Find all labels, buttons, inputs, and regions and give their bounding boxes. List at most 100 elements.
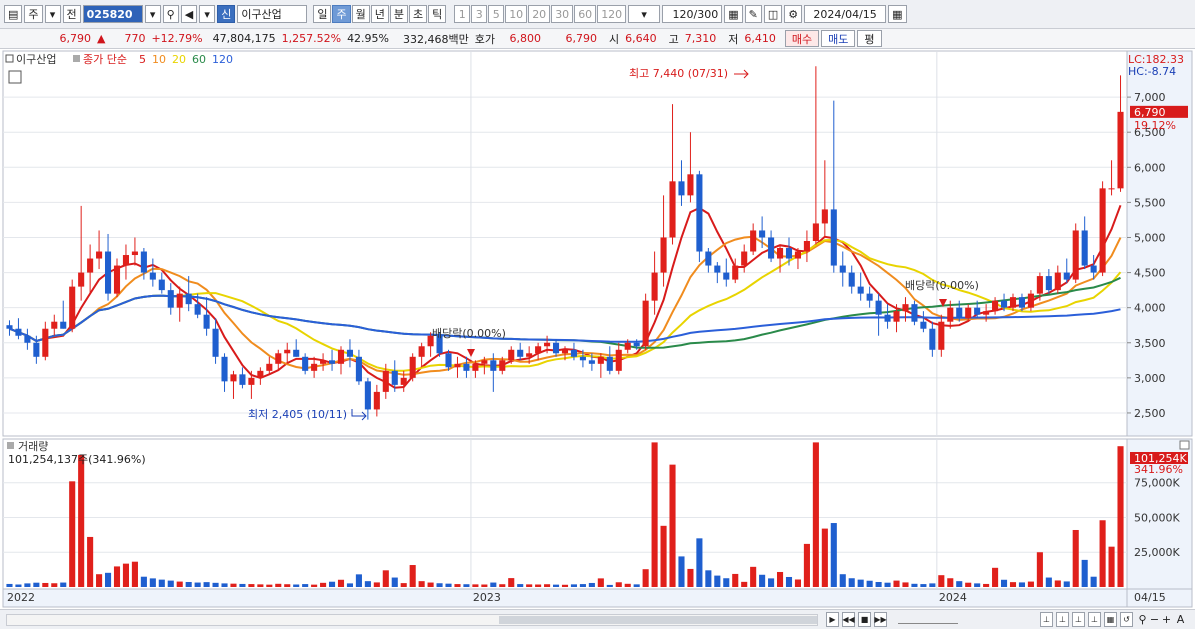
candle[interactable] bbox=[544, 342, 551, 347]
candle[interactable] bbox=[669, 181, 676, 238]
candle[interactable] bbox=[96, 251, 103, 259]
volume-bar[interactable] bbox=[131, 561, 138, 587]
chart-tool-icon[interactable]: ⊥ bbox=[1040, 612, 1053, 627]
candle[interactable] bbox=[687, 174, 694, 196]
volume-bar[interactable] bbox=[176, 581, 183, 587]
candle[interactable] bbox=[364, 381, 371, 410]
candle[interactable] bbox=[1063, 272, 1070, 280]
candle[interactable] bbox=[1117, 111, 1124, 189]
candle[interactable] bbox=[1009, 297, 1017, 308]
volume-bar[interactable] bbox=[633, 584, 640, 587]
candle[interactable] bbox=[418, 346, 425, 357]
candle[interactable] bbox=[866, 293, 873, 301]
draw-tool-icon[interactable]: ✎ bbox=[744, 5, 762, 23]
candle[interactable] bbox=[750, 230, 757, 252]
volume-bar[interactable] bbox=[848, 578, 855, 587]
candle[interactable] bbox=[60, 321, 67, 329]
volume-bar[interactable] bbox=[6, 583, 13, 587]
date-input[interactable]: 2024/04/15 bbox=[804, 5, 887, 23]
volume-bar[interactable] bbox=[579, 584, 586, 587]
candle[interactable] bbox=[508, 349, 515, 361]
volume-bar[interactable] bbox=[337, 579, 345, 587]
candle[interactable] bbox=[1099, 188, 1106, 273]
candle[interactable] bbox=[463, 363, 470, 371]
candle[interactable] bbox=[149, 272, 156, 280]
volume-bar[interactable] bbox=[69, 481, 76, 587]
candle[interactable] bbox=[1018, 297, 1026, 308]
candle[interactable] bbox=[651, 272, 658, 301]
volume-bar[interactable] bbox=[15, 584, 22, 587]
period-tab[interactable]: 분 bbox=[389, 5, 408, 23]
volume-bar[interactable] bbox=[427, 582, 434, 587]
volume-bar[interactable] bbox=[212, 582, 219, 587]
candle[interactable] bbox=[266, 363, 273, 371]
volume-bar[interactable] bbox=[104, 572, 112, 587]
period-tab[interactable]: 년 bbox=[370, 5, 389, 23]
interval-tab[interactable]: 120 bbox=[597, 5, 627, 23]
volume-bar[interactable] bbox=[1090, 576, 1097, 587]
candle[interactable] bbox=[561, 349, 569, 354]
candle[interactable] bbox=[696, 174, 703, 252]
volume-bar[interactable] bbox=[284, 584, 291, 587]
ma-legend-item[interactable]: 10 bbox=[152, 53, 166, 66]
candle-type-icon[interactable]: ▦ bbox=[724, 5, 743, 23]
volume-bar[interactable] bbox=[167, 580, 174, 587]
volume-bar[interactable] bbox=[812, 442, 819, 587]
candle[interactable] bbox=[311, 363, 318, 371]
volume-bar[interactable] bbox=[552, 584, 560, 587]
candle[interactable] bbox=[445, 353, 452, 368]
candle[interactable] bbox=[15, 328, 22, 336]
avg-button[interactable]: 평 bbox=[857, 30, 882, 47]
candle[interactable] bbox=[552, 342, 560, 354]
interval-select[interactable]: ▾ bbox=[628, 5, 661, 23]
volume-bar[interactable] bbox=[794, 579, 802, 587]
volume-bar[interactable] bbox=[857, 579, 864, 587]
ma-legend-item[interactable]: 5 bbox=[139, 53, 146, 66]
candle[interactable] bbox=[293, 349, 300, 357]
candle[interactable] bbox=[391, 370, 398, 385]
volume-bar[interactable] bbox=[302, 584, 309, 587]
sell-button[interactable]: 매도 bbox=[821, 30, 856, 47]
volume-bar[interactable] bbox=[830, 523, 837, 587]
candle[interactable] bbox=[346, 349, 354, 357]
chevron-down-icon[interactable]: ▾ bbox=[44, 5, 61, 23]
candle[interactable] bbox=[203, 314, 210, 329]
candle[interactable] bbox=[920, 321, 927, 329]
volume-bar[interactable] bbox=[776, 571, 784, 587]
volume-bar[interactable] bbox=[1000, 579, 1008, 587]
volume-bar[interactable] bbox=[732, 573, 739, 587]
candle[interactable] bbox=[785, 248, 793, 259]
candle[interactable] bbox=[732, 265, 739, 280]
candle[interactable] bbox=[1000, 300, 1008, 308]
candle[interactable] bbox=[938, 321, 945, 350]
volume-bar[interactable] bbox=[678, 556, 685, 587]
volume-bar[interactable] bbox=[938, 575, 945, 587]
volume-bar[interactable] bbox=[481, 584, 488, 587]
volume-bar[interactable] bbox=[42, 582, 49, 587]
candle[interactable] bbox=[284, 349, 291, 354]
candle[interactable] bbox=[275, 353, 282, 364]
candle[interactable] bbox=[104, 251, 112, 294]
candle[interactable] bbox=[239, 374, 246, 385]
volume-bar[interactable] bbox=[122, 563, 130, 587]
volume-bar[interactable] bbox=[239, 583, 246, 587]
volume-bar[interactable] bbox=[660, 525, 667, 587]
candle[interactable] bbox=[1072, 230, 1079, 280]
candle[interactable] bbox=[821, 209, 828, 224]
volume-bar[interactable] bbox=[113, 566, 121, 587]
candle[interactable] bbox=[400, 377, 407, 385]
candle[interactable] bbox=[857, 286, 864, 294]
volume-bar[interactable] bbox=[606, 584, 613, 587]
volume-bar[interactable] bbox=[992, 567, 999, 587]
volume-bar[interactable] bbox=[1054, 580, 1061, 587]
undo-icon[interactable]: ↺ bbox=[1120, 612, 1133, 627]
volume-bar[interactable] bbox=[1081, 559, 1088, 587]
candle[interactable] bbox=[1036, 276, 1043, 294]
period-tab[interactable]: 주 bbox=[332, 5, 351, 23]
volume-bar[interactable] bbox=[391, 577, 398, 587]
candle[interactable] bbox=[221, 356, 228, 382]
candle[interactable] bbox=[875, 300, 882, 315]
candle[interactable] bbox=[24, 335, 31, 343]
volume-bar[interactable] bbox=[140, 576, 147, 587]
volume-bar[interactable] bbox=[705, 570, 712, 587]
